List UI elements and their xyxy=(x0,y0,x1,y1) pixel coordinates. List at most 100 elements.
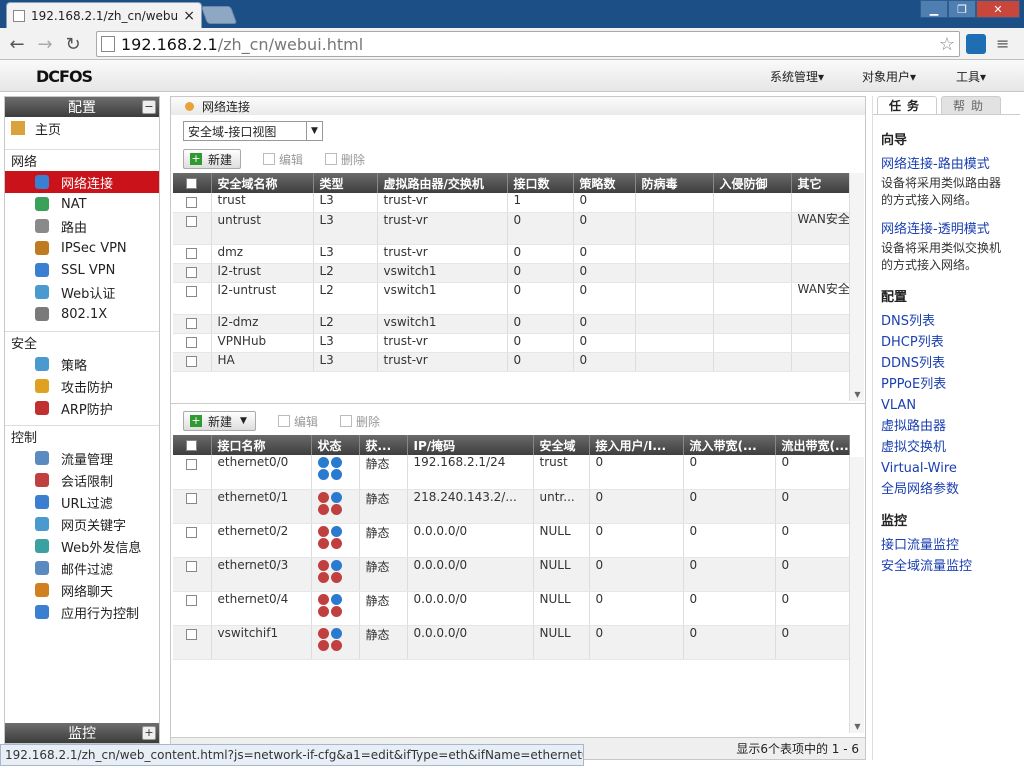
column-header[interactable]: 接入用户/I... xyxy=(589,435,684,455)
checkbox-icon[interactable] xyxy=(186,267,198,278)
menu-tools[interactable]: 工具▾ xyxy=(956,68,986,85)
table-row[interactable]: untrustL3trust-vr00WAN安全域 xyxy=(173,212,850,245)
column-header[interactable]: 获... xyxy=(359,435,408,455)
row-checkbox[interactable] xyxy=(173,557,212,592)
checkbox-icon[interactable] xyxy=(186,318,198,329)
row-checkbox[interactable] xyxy=(173,263,212,283)
wizard-link[interactable]: 网络连接-透明模式 xyxy=(881,219,1012,240)
table-row[interactable]: dmz L3 trust-vr 0 0 xyxy=(173,244,850,264)
new-zone-button[interactable]: + 新建 xyxy=(183,149,242,169)
table-row[interactable]: l2-dmz L2 vswitch1 0 0 xyxy=(173,314,850,334)
column-header[interactable]: 策略数 xyxy=(573,173,636,193)
menu-system-management[interactable]: 系统管理▾ xyxy=(770,68,824,85)
select-all-checkbox[interactable] xyxy=(173,435,212,455)
column-header[interactable]: 虚拟路由器/交换机 xyxy=(377,173,508,193)
config-link[interactable]: DHCP列表 xyxy=(881,332,1012,353)
table-row[interactable]: ethernet0/3 静态 0.0.0.0/0 NULL 0 0 0 xyxy=(173,557,850,592)
tab-help[interactable]: 帮助 xyxy=(941,96,1001,114)
row-checkbox[interactable] xyxy=(173,244,212,264)
edit-zone-button[interactable]: 编辑 xyxy=(263,151,303,168)
sidebar-item[interactable]: SSL VPN xyxy=(5,259,159,281)
table-row[interactable]: HA L3 trust-vr 0 0 xyxy=(173,352,850,372)
table-row[interactable]: trust L3 trust-vr 1 0 xyxy=(173,193,850,213)
config-link[interactable]: Virtual-Wire xyxy=(881,458,1012,479)
sidebar-item[interactable]: IPSec VPN xyxy=(5,237,159,259)
column-header[interactable]: 流入带宽(... xyxy=(683,435,776,455)
edit-interface-button[interactable]: 编辑 xyxy=(277,413,318,430)
checkbox-icon[interactable] xyxy=(186,178,198,189)
browser-tab[interactable]: 192.168.2.1/zh_cn/webu × xyxy=(6,2,202,28)
column-header[interactable]: 入侵防御 xyxy=(713,173,792,193)
config-link[interactable]: VLAN xyxy=(881,395,1012,416)
sidebar-item[interactable]: 网络聊天 xyxy=(5,579,159,601)
table-row[interactable]: vswitchif1 静态 0.0.0.0/0 NULL 0 0 0 xyxy=(173,625,850,660)
table-row[interactable]: l2-trust L2 vswitch1 0 0 xyxy=(173,263,850,283)
sidebar-item[interactable]: 会话限制 xyxy=(5,469,159,491)
sidebar-item[interactable]: 邮件过滤 xyxy=(5,557,159,579)
checkbox-icon[interactable] xyxy=(186,561,198,572)
view-select[interactable]: 安全域-接口视图 ▼ xyxy=(183,121,323,141)
row-checkbox[interactable] xyxy=(173,523,212,558)
column-header[interactable]: 其它 xyxy=(791,173,850,193)
config-link[interactable]: 虚拟交换机 xyxy=(881,437,1012,458)
row-checkbox[interactable] xyxy=(173,625,212,660)
monitor-link[interactable]: 接口流量监控 xyxy=(881,535,1012,556)
sidebar-item[interactable]: 路由 xyxy=(5,215,159,237)
column-header[interactable]: 安全域 xyxy=(533,435,590,455)
zone-table-scrollbar[interactable]: ▼ xyxy=(849,173,864,401)
sidebar-item[interactable]: 策略 xyxy=(5,353,159,375)
wizard-link[interactable]: 网络连接-路由模式 xyxy=(881,154,1012,175)
sidebar-item[interactable]: Web认证 xyxy=(5,281,159,303)
row-checkbox[interactable] xyxy=(173,333,212,353)
sidebar-item[interactable]: 流量管理 xyxy=(5,447,159,469)
browser-menu-icon[interactable]: ≡ xyxy=(996,34,1009,53)
sidebar-item[interactable]: 网页关键字 xyxy=(5,513,159,535)
row-checkbox[interactable] xyxy=(173,212,212,245)
table-row[interactable]: VPNHub L3 trust-vr 0 0 xyxy=(173,333,850,353)
column-header[interactable]: 流出带宽(... xyxy=(775,435,850,455)
checkbox-icon[interactable] xyxy=(186,216,198,227)
reload-icon[interactable]: ↻ xyxy=(62,33,84,55)
checkbox-icon[interactable] xyxy=(186,629,198,640)
row-checkbox[interactable] xyxy=(173,455,212,490)
select-all-checkbox[interactable] xyxy=(173,173,212,193)
config-link[interactable]: 全局网络参数 xyxy=(881,479,1012,500)
table-row[interactable]: l2-untrustL2vswitch100WAN安全域 xyxy=(173,282,850,315)
row-checkbox[interactable] xyxy=(173,314,212,334)
bookmark-star-icon[interactable]: ☆ xyxy=(939,34,955,55)
column-header[interactable]: IP/掩码 xyxy=(407,435,534,455)
config-link[interactable]: 虚拟路由器 xyxy=(881,416,1012,437)
delete-interface-button[interactable]: 删除 xyxy=(339,413,380,430)
checkbox-icon[interactable] xyxy=(186,286,198,297)
row-checkbox[interactable] xyxy=(173,282,212,315)
menu-object-users[interactable]: 对象用户▾ xyxy=(862,68,916,85)
sidebar-item[interactable]: 网络连接 xyxy=(5,171,159,193)
table-row[interactable]: ethernet0/4 静态 0.0.0.0/0 NULL 0 0 0 xyxy=(173,591,850,626)
column-header[interactable]: 安全域名称 xyxy=(211,173,314,193)
new-interface-button[interactable]: + 新建 ▼ xyxy=(183,411,256,431)
checkbox-icon[interactable] xyxy=(186,248,198,259)
back-arrow-icon[interactable]: ← xyxy=(6,33,28,55)
minimize-button[interactable]: ▁ xyxy=(920,0,948,18)
extension-icon[interactable] xyxy=(966,34,986,54)
sidebar-header-monitor[interactable]: 监控 + xyxy=(5,723,159,743)
config-link[interactable]: DDNS列表 xyxy=(881,353,1012,374)
row-checkbox[interactable] xyxy=(173,591,212,626)
close-window-button[interactable]: ✕ xyxy=(976,0,1020,18)
new-tab-button[interactable] xyxy=(200,6,238,24)
interface-table-scrollbar[interactable]: ▼ xyxy=(849,457,864,733)
table-row[interactable]: ethernet0/0 静态 192.168.2.1/24 trust 0 0 0 xyxy=(173,455,850,490)
checkbox-icon[interactable] xyxy=(186,527,198,538)
sidebar-item[interactable]: 应用行为控制 xyxy=(5,601,159,623)
sidebar-item[interactable]: 攻击防护 xyxy=(5,375,159,397)
checkbox-icon[interactable] xyxy=(186,356,198,367)
row-checkbox[interactable] xyxy=(173,193,212,213)
collapse-icon[interactable]: − xyxy=(142,100,156,114)
checkbox-icon[interactable] xyxy=(186,458,198,470)
address-bar[interactable]: 192.168.2.1/zh_cn/webui.html ☆ xyxy=(96,31,960,57)
table-row[interactable]: ethernet0/1 静态 218.240.143.2/... untr... 0 0 0 xyxy=(173,489,850,524)
table-row[interactable]: ethernet0/2 静态 0.0.0.0/0 NULL 0 0 0 xyxy=(173,523,850,558)
monitor-link[interactable]: 安全域流量监控 xyxy=(881,556,1012,577)
sidebar-item-home[interactable]: 主页 xyxy=(5,117,159,139)
tab-close-icon[interactable]: × xyxy=(183,8,195,24)
